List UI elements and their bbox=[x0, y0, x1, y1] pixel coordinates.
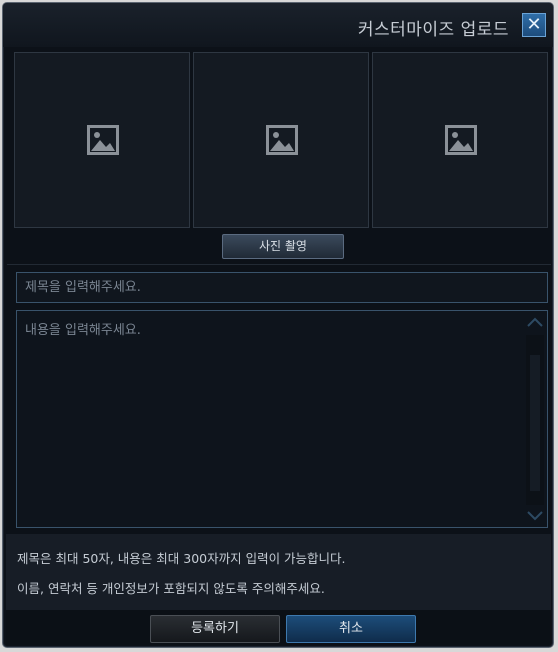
scroll-up-button[interactable] bbox=[526, 315, 544, 331]
scrollbar-track[interactable] bbox=[526, 335, 544, 505]
cancel-button[interactable]: 취소 bbox=[286, 615, 416, 643]
content-placeholder: 내용을 입력해주세요. bbox=[25, 323, 141, 338]
close-button[interactable]: ✕ bbox=[522, 13, 546, 37]
screenshot-slot-2[interactable] bbox=[193, 52, 369, 228]
screenshot-slots bbox=[11, 49, 548, 233]
close-icon: ✕ bbox=[526, 14, 542, 35]
screenshot-slot-1[interactable] bbox=[14, 52, 190, 228]
image-placeholder-icon bbox=[87, 125, 119, 155]
scroll-down-button[interactable] bbox=[526, 507, 544, 523]
chevron-up-icon bbox=[527, 317, 543, 327]
chevron-down-icon bbox=[527, 511, 543, 521]
divider bbox=[7, 264, 551, 265]
title-input[interactable]: 제목을 입력해주세요. bbox=[16, 272, 548, 303]
screenshot-slot-3[interactable] bbox=[372, 52, 548, 228]
dialog-footer: 등록하기 취소 bbox=[6, 610, 551, 645]
notice-privacy-warning: 이름, 연락처 등 개인정보가 포함되지 않도록 주의해주세요. bbox=[17, 581, 325, 596]
capture-photo-button[interactable]: 사진 촬영 bbox=[222, 234, 344, 259]
scrollbar-thumb[interactable] bbox=[530, 355, 540, 491]
upload-dialog: 커스터마이즈 업로드 ✕ 사진 촬영 제목을 입력해주세요. 내용을 입력해주세… bbox=[2, 2, 554, 648]
notice-length-limit: 제목은 최대 50자, 내용은 최대 300자까지 입력이 가능합니다. bbox=[17, 551, 346, 566]
register-button[interactable]: 등록하기 bbox=[150, 615, 280, 643]
dialog-title: 커스터마이즈 업로드 bbox=[357, 20, 509, 40]
image-placeholder-icon bbox=[445, 125, 477, 155]
image-placeholder-icon bbox=[266, 125, 298, 155]
notice-panel: 제목은 최대 50자, 내용은 최대 300자까지 입력이 가능합니다. 이름,… bbox=[6, 534, 551, 610]
content-textarea[interactable]: 내용을 입력해주세요. bbox=[16, 310, 548, 528]
title-bar: 커스터마이즈 업로드 ✕ bbox=[3, 3, 553, 47]
